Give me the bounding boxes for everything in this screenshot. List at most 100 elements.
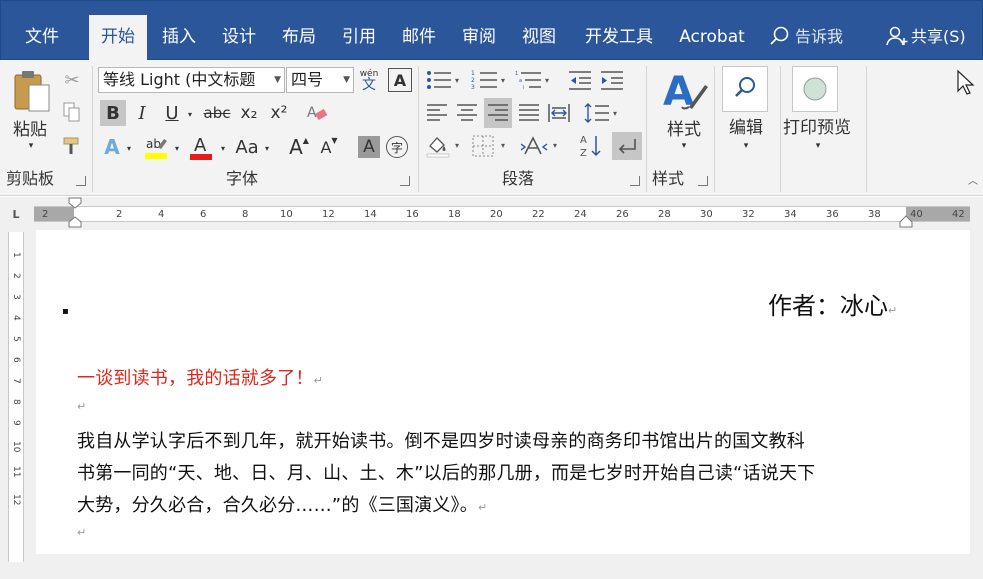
numbering-button[interactable]: 1 2 3 ▾ bbox=[470, 68, 510, 92]
paste-dropdown-arrow-icon[interactable]: ▾ bbox=[24, 140, 38, 152]
share-button[interactable]: 共享(S) bbox=[885, 23, 966, 51]
align-right-icon[interactable] bbox=[484, 98, 512, 128]
indent-marker-icon[interactable] bbox=[68, 197, 82, 231]
ruler-number: 8 bbox=[242, 209, 249, 220]
copy-icon[interactable] bbox=[60, 100, 84, 124]
svg-text:A: A bbox=[307, 105, 317, 121]
font-color-icon[interactable]: A bbox=[186, 132, 216, 162]
tab-review[interactable]: 审阅 bbox=[451, 15, 507, 61]
editing-button[interactable]: 编辑 bbox=[718, 114, 774, 138]
borders-icon[interactable]: ▾ bbox=[470, 132, 510, 160]
styles-icon[interactable]: A bbox=[656, 66, 712, 114]
shading-icon[interactable]: ▾ bbox=[424, 132, 464, 160]
print-preview-dropdown-icon[interactable]: ▾ bbox=[812, 140, 824, 152]
align-center-icon[interactable] bbox=[454, 100, 480, 126]
clipboard-launcher-icon[interactable] bbox=[76, 176, 86, 186]
text-direction-icon[interactable]: ▾ bbox=[520, 132, 564, 160]
italic-button[interactable]: I bbox=[130, 100, 154, 126]
font-name-select[interactable]: 等线 Light (中文标题 ▼ bbox=[98, 67, 285, 93]
align-left-icon[interactable] bbox=[424, 100, 450, 126]
character-border-button[interactable]: A bbox=[388, 68, 412, 92]
ruler-number: 11 bbox=[11, 466, 21, 478]
paragraph-line: 我自从学认字后不到几年，就开始读书。倒不是四岁时读母亲的商务印书馆出片的国文教科 bbox=[77, 431, 805, 452]
ruler-number: 32 bbox=[742, 209, 755, 220]
text-effects-dropdown-icon[interactable]: ▾ bbox=[124, 142, 134, 154]
grow-font-label: A bbox=[289, 135, 303, 159]
superscript-button[interactable]: x² bbox=[266, 100, 292, 126]
change-case-button[interactable]: Aa bbox=[232, 134, 262, 160]
decrease-indent-icon[interactable] bbox=[566, 68, 594, 92]
change-case-dropdown-icon[interactable]: ▾ bbox=[262, 142, 272, 154]
tab-file[interactable]: 文件 bbox=[9, 15, 75, 61]
text-effects-icon[interactable]: A bbox=[100, 134, 124, 160]
editing-icon[interactable] bbox=[722, 66, 768, 112]
subscript-button[interactable]: x₂ bbox=[236, 100, 262, 126]
tab-acrobat[interactable]: Acrobat bbox=[669, 15, 755, 61]
styles-button[interactable]: 样式 bbox=[656, 116, 712, 140]
underline-dropdown-icon[interactable]: ▾ bbox=[185, 108, 195, 120]
increase-indent-icon[interactable] bbox=[598, 68, 626, 92]
highlight-dropdown-icon[interactable]: ▾ bbox=[172, 142, 182, 154]
print-preview-icon[interactable] bbox=[792, 66, 838, 112]
underline-button[interactable]: U bbox=[160, 100, 184, 126]
document-page[interactable]: 作者：冰心↵ ▪ 一谈到读书，我的话就多了！↵ ↵ 我自从学认字后不到几年，就开… bbox=[36, 230, 970, 554]
shrink-font-label: A bbox=[320, 137, 332, 157]
tab-view[interactable]: 视图 bbox=[511, 15, 567, 61]
tab-selector-icon[interactable]: L bbox=[8, 206, 24, 222]
bold-button[interactable]: B bbox=[100, 100, 126, 126]
editing-dropdown-icon[interactable]: ▾ bbox=[740, 140, 752, 152]
cut-icon[interactable]: ✂ bbox=[60, 68, 84, 92]
tell-me-search[interactable]: 告诉我 bbox=[769, 23, 843, 51]
bullets-button[interactable]: ▾ bbox=[424, 68, 464, 92]
styles-launcher-icon[interactable] bbox=[698, 176, 708, 186]
paragraph-mark: ↵ bbox=[477, 501, 488, 514]
tab-insert[interactable]: 插入 bbox=[151, 15, 207, 61]
highlight-color-icon[interactable]: ab bbox=[142, 132, 170, 162]
font-launcher-icon[interactable] bbox=[400, 176, 410, 186]
author-text: 作者：冰心 bbox=[768, 292, 888, 320]
line-spacing-icon[interactable]: ▾ bbox=[582, 100, 622, 126]
tab-mailings[interactable]: 邮件 bbox=[391, 15, 447, 61]
font-size-select[interactable]: 四号 ▼ bbox=[286, 67, 354, 93]
format-painter-icon[interactable] bbox=[60, 134, 84, 158]
horizontal-ruler[interactable]: 2 2 4 6 8 10 12 14 16 18 20 22 24 26 28 … bbox=[34, 206, 970, 222]
tab-design[interactable]: 设计 bbox=[211, 15, 267, 61]
shrink-font-button[interactable]: A ▼ bbox=[316, 134, 342, 160]
paragraph-launcher-icon[interactable] bbox=[630, 176, 640, 186]
paste-label[interactable]: 粘贴 bbox=[8, 116, 52, 140]
grow-font-button[interactable]: A ▲ bbox=[286, 134, 312, 160]
ruler-number: 5 bbox=[11, 336, 21, 342]
print-preview-button[interactable]: 打印预览 bbox=[776, 114, 858, 138]
strikethrough-button[interactable]: abc bbox=[202, 100, 232, 126]
tab-home[interactable]: 开始 bbox=[89, 15, 147, 61]
enclose-characters-button[interactable]: 字 bbox=[386, 136, 408, 158]
font-color-dropdown-icon[interactable]: ▾ bbox=[218, 142, 228, 154]
character-shading-button[interactable]: A bbox=[358, 136, 380, 158]
phonetic-guide-button[interactable]: wén 文 bbox=[357, 66, 381, 94]
collapse-ribbon-icon[interactable]: ︿ bbox=[966, 172, 980, 187]
sort-icon[interactable]: AZ bbox=[578, 132, 604, 160]
vertical-ruler[interactable]: 1 2 3 4 5 6 7 8 9 10 11 12 bbox=[8, 232, 24, 562]
tab-layout[interactable]: 布局 bbox=[271, 15, 327, 61]
tab-developer[interactable]: 开发工具 bbox=[573, 15, 665, 61]
svg-text:▾: ▾ bbox=[501, 76, 505, 85]
ruler-number: 42 bbox=[952, 209, 965, 220]
paragraph-group-label: 段落 bbox=[502, 169, 535, 188]
chevron-down-icon: ▼ bbox=[274, 75, 281, 85]
multilevel-list-button[interactable]: 1 a i ▾ bbox=[514, 68, 554, 92]
svg-text:▾: ▾ bbox=[545, 76, 549, 85]
clear-formatting-icon[interactable]: A bbox=[304, 100, 330, 126]
ruler-number: 30 bbox=[700, 209, 713, 220]
justify-icon[interactable] bbox=[516, 100, 542, 126]
show-hide-marks-icon[interactable] bbox=[612, 132, 642, 160]
chevron-down-icon: ▼ bbox=[343, 75, 350, 85]
tab-references[interactable]: 引用 bbox=[331, 15, 387, 61]
svg-text:▾: ▾ bbox=[613, 109, 617, 118]
right-indent-marker-icon[interactable] bbox=[899, 214, 913, 228]
ruler-number: 26 bbox=[616, 209, 629, 220]
styles-dropdown-icon[interactable]: ▾ bbox=[678, 140, 690, 152]
empty-paragraph-mark: ↵ bbox=[77, 526, 87, 539]
group-divider bbox=[646, 66, 647, 192]
paste-button[interactable] bbox=[6, 68, 56, 116]
distributed-icon[interactable] bbox=[546, 100, 572, 126]
